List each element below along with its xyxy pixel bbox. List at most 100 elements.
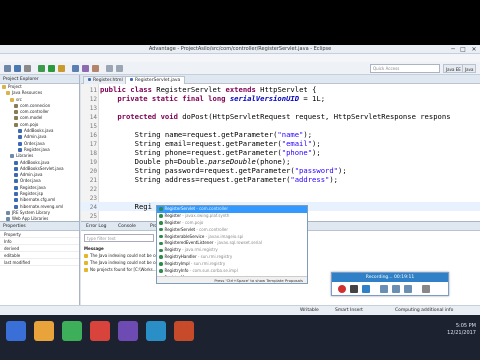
code-line[interactable]: 14 protected void doPost(HttpServletRequ… — [81, 112, 480, 121]
code-line[interactable]: 19 Double ph=Double.parseDouble(phone); — [81, 157, 480, 166]
tab-console[interactable]: Console — [115, 223, 139, 231]
new-icon[interactable] — [4, 65, 11, 72]
code-line[interactable]: 21 String address=request.getParameter("… — [81, 175, 480, 184]
property-row[interactable]: derived — [0, 245, 79, 252]
open-type-icon[interactable] — [82, 65, 89, 72]
class-icon — [159, 241, 163, 246]
tab-registerservlet-java[interactable]: RegisterServlet.java — [125, 76, 186, 84]
autocomplete-item[interactable]: RegistryInfo - com.sun.corba.se.impl — [157, 268, 307, 275]
library-icon — [10, 154, 14, 159]
code-line[interactable]: 15 — [81, 121, 480, 130]
html-file-icon — [88, 78, 91, 81]
perspective-java-ee[interactable]: Java EE — [443, 64, 464, 73]
maximize-button[interactable]: □ — [458, 46, 468, 53]
search-icon[interactable] — [92, 65, 99, 72]
code-line[interactable]: 18 String phone=request.getParameter("ph… — [81, 148, 480, 157]
autocomplete-item[interactable]: RegisteredEventListener - javax.sql.rows… — [157, 240, 307, 247]
java-file-icon — [14, 160, 18, 165]
package-explorer-tab[interactable]: Project Explorer — [0, 75, 79, 84]
media-icon[interactable] — [90, 321, 110, 341]
property-row[interactable]: last modified — [0, 259, 79, 266]
pause-icon[interactable] — [362, 285, 370, 293]
warning-icon — [84, 254, 88, 258]
autocomplete-item[interactable]: RegistryHandler - sun.rmi.registry — [157, 254, 307, 261]
tab-error-log[interactable]: Error Log — [83, 223, 109, 231]
property-row[interactable]: Info — [0, 238, 79, 245]
run-icon[interactable] — [48, 65, 55, 72]
autocomplete-package: - com.controller — [195, 206, 229, 211]
tree-item-label: Order.java — [20, 178, 41, 184]
autocomplete-item[interactable]: Registry - java.rmi.registry — [157, 247, 307, 254]
autocomplete-item[interactable]: RegisterServlet - com.controller — [157, 206, 307, 213]
property-row[interactable]: Property — [0, 231, 79, 238]
code-token: "address" — [290, 175, 330, 184]
property-row[interactable]: editable — [0, 252, 79, 259]
save-icon[interactable] — [14, 65, 21, 72]
record-icon[interactable] — [338, 285, 346, 293]
filter-input[interactable]: type filter text — [84, 234, 154, 242]
code-line[interactable]: 16 String name=request.getParameter("nam… — [81, 130, 480, 139]
print-icon[interactable] — [24, 65, 31, 72]
taskbar: 5:05 PM 12/21/2017 — [0, 315, 480, 360]
autocomplete-package: - sun.rmi.registry — [189, 261, 226, 267]
autocomplete-item[interactable]: RegisterableService - javax.imageio.spi — [157, 234, 307, 241]
forward-icon[interactable] — [116, 65, 123, 72]
code-line[interactable]: 17 String email=request.getParameter("em… — [81, 139, 480, 148]
tree-item-label: Order.java — [24, 140, 45, 146]
properties-tab[interactable]: Properties — [0, 222, 79, 231]
quick-access-input[interactable]: Quick Access — [370, 64, 440, 73]
start-icon[interactable] — [6, 321, 26, 341]
new-java-class-icon[interactable] — [72, 65, 79, 72]
autocomplete-package: - java.rmi.registry — [180, 247, 218, 253]
code-token: ); — [338, 166, 347, 175]
autocomplete-item[interactable]: RegisterServlet - com.controller — [157, 227, 307, 234]
autocomplete-item[interactable]: Register - com.pojo — [157, 220, 307, 227]
java-file-icon — [14, 198, 18, 203]
highlight-icon[interactable] — [392, 285, 400, 293]
eclipse-icon[interactable] — [118, 321, 138, 341]
office-icon[interactable] — [174, 321, 194, 341]
java-file-icon — [14, 173, 18, 178]
debug-icon[interactable] — [38, 65, 45, 72]
stop-icon[interactable] — [350, 285, 358, 293]
settings-icon[interactable] — [422, 285, 430, 293]
tree-item-label: com.controller — [20, 109, 49, 115]
tree-item-label: Admin.java — [24, 134, 47, 140]
camera-icon[interactable] — [404, 285, 412, 293]
java-file-icon — [14, 166, 18, 171]
message-column-header[interactable]: Message — [84, 246, 104, 252]
tab-register-html[interactable]: Register.html — [83, 76, 128, 84]
browser-icon[interactable] — [62, 321, 82, 341]
back-icon[interactable] — [106, 65, 113, 72]
minimize-button[interactable]: ─ — [448, 46, 458, 53]
tree-item-label: com.pojo — [20, 121, 39, 127]
code-token: String phone=request.getParameter( — [100, 148, 282, 157]
file-explorer-icon[interactable] — [34, 321, 54, 341]
code-line[interactable]: 20 String password=request.getParameter(… — [81, 166, 480, 175]
tree-item-label: Admin.java — [20, 172, 43, 178]
package-icon — [14, 116, 18, 121]
tree-item-label: hibernate.cfg.xml — [20, 197, 56, 203]
code-token: doPost(HttpServletRequest request, HttpS… — [182, 112, 451, 121]
external-tools-icon[interactable] — [58, 65, 65, 72]
recorder-app-icon[interactable] — [146, 321, 166, 341]
perspective-java[interactable]: Java — [462, 64, 477, 73]
code-line[interactable]: 23 — [81, 193, 480, 202]
autocomplete-package: - javax.imageio.spi — [204, 233, 244, 239]
class-icon — [159, 269, 163, 273]
clock[interactable]: 5:05 PM 12/21/2017 — [447, 323, 476, 337]
autocomplete-name: RegistryImpl — [164, 261, 190, 267]
code-line[interactable]: 13 — [81, 103, 480, 112]
class-icon — [159, 207, 163, 211]
autocomplete-item[interactable]: Register - javax.swing.plaf.synth — [157, 213, 307, 220]
code-line[interactable]: 11 public class RegisterServlet extends H… — [81, 85, 480, 94]
tree-item-label: JRE System Library — [12, 209, 50, 215]
pen-icon[interactable] — [380, 285, 388, 293]
properties-view: Properties Property Info derived editable la… — [0, 221, 80, 305]
autocomplete-package: - javax.sql.rowset.serial — [213, 240, 262, 246]
close-button[interactable]: ✕ — [469, 46, 479, 53]
code-line[interactable]: 22 — [81, 184, 480, 193]
autocomplete-item[interactable]: RegistryImpl - sun.rmi.registry — [157, 261, 307, 268]
log-row[interactable]: No projects found for [C:\Works... — [84, 267, 157, 273]
code-line[interactable]: 12 private static final long serialVersi… — [81, 94, 480, 103]
